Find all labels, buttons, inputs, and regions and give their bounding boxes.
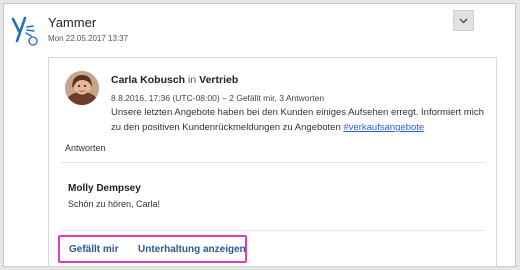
app-title: Yammer [48, 15, 97, 30]
yammer-logo-icon [11, 16, 38, 46]
collapse-button[interactable] [453, 10, 474, 31]
avatar-image [65, 71, 99, 105]
message-frame: Yammer Mon 22.05.2017 13:37 Carla Kobusc… [3, 3, 516, 267]
actions-highlight: Gefällt mir Unterhaltung anzeigen [58, 235, 247, 263]
reply-text: Schön zu hören, Carla! [68, 199, 161, 209]
post-body-text: Unsere letzten Angebote haben bei den Ku… [111, 107, 484, 133]
post-group[interactable]: Vertrieb [199, 74, 238, 86]
view-conversation-button[interactable]: Unterhaltung anzeigen [138, 244, 246, 255]
in-word: in [188, 74, 197, 86]
like-button[interactable]: Gefällt mir [69, 244, 118, 255]
divider [61, 162, 485, 163]
divider [61, 230, 485, 231]
post-meta: 8.8.2016, 17:36 (UTC-08:00) – 2 Gefällt … [111, 93, 325, 103]
message-date: Mon 22.05.2017 13:37 [48, 34, 129, 43]
conversation-card: Carla Kobusch in Vertrieb 8.8.2016, 17:3… [48, 57, 497, 267]
post-author[interactable]: Carla Kobusch [111, 74, 185, 86]
reply-link[interactable]: Antworten [65, 143, 106, 153]
hashtag-link[interactable]: #verkaufsangebote [343, 122, 424, 133]
chevron-down-icon [459, 18, 468, 23]
reply-author: Molly Dempsey [68, 183, 141, 194]
post-body: Unsere letzten Angebote haben bei den Ku… [111, 105, 489, 135]
avatar[interactable] [65, 71, 99, 105]
post-author-line: Carla Kobusch in Vertrieb [111, 74, 238, 86]
